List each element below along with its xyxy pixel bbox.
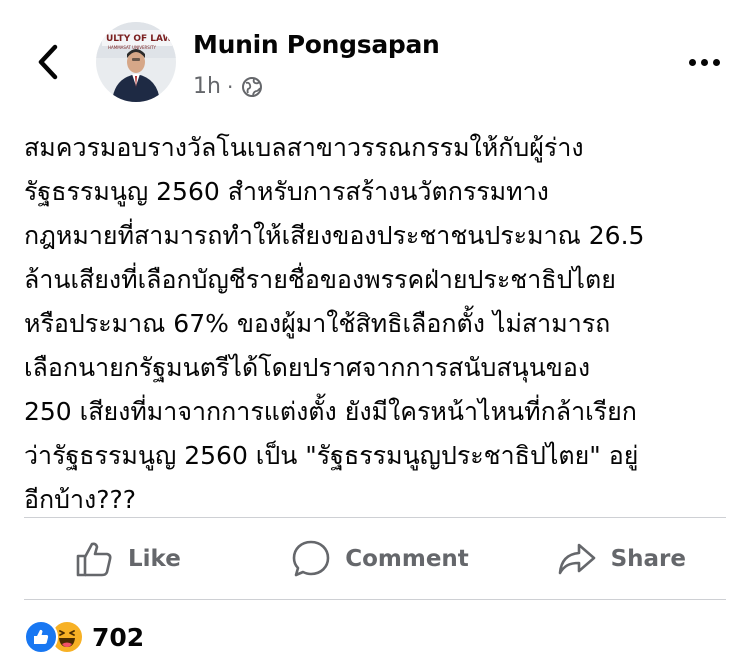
- avatar-logo-text: ULTY OF LAW: [106, 34, 173, 44]
- ellipsis-dot: [700, 58, 708, 66]
- more-options-button[interactable]: [682, 48, 726, 76]
- comment-label: Comment: [345, 545, 469, 572]
- avatar[interactable]: ULTY OF LAW HAMMASAT UNIVERSITY: [96, 22, 176, 102]
- chevron-left-icon: [38, 44, 58, 80]
- like-button[interactable]: Like: [24, 539, 278, 579]
- share-button[interactable]: Share: [482, 539, 726, 579]
- action-bar: Like Comment Share: [24, 518, 726, 599]
- post-timestamp[interactable]: 1h: [193, 74, 221, 99]
- like-reaction-icon: [24, 620, 58, 654]
- share-arrow-icon: [558, 543, 595, 574]
- post-text: สมควรมอบรางวัลโนเบลสาขาวรรณกรรมให้กับผู้…: [24, 133, 645, 514]
- ellipsis-dot: [688, 58, 696, 66]
- avatar-logo-subtext: HAMMASAT UNIVERSITY: [108, 45, 156, 50]
- reactions-summary[interactable]: 702: [24, 620, 144, 654]
- ellipsis-dot: [712, 58, 720, 66]
- post-meta: 1h ·: [193, 74, 263, 99]
- like-label: Like: [128, 545, 181, 572]
- thumbs-up-icon: [76, 542, 112, 576]
- author-name[interactable]: Munin Pongsapan: [193, 30, 440, 59]
- meta-separator: ·: [226, 74, 234, 99]
- back-button[interactable]: [28, 40, 68, 84]
- divider: [24, 599, 726, 600]
- globe-icon[interactable]: [241, 76, 263, 98]
- share-label: Share: [610, 545, 686, 572]
- reaction-count: 702: [92, 622, 145, 652]
- comment-button[interactable]: Comment: [278, 539, 482, 579]
- comment-bubble-icon: [292, 540, 330, 576]
